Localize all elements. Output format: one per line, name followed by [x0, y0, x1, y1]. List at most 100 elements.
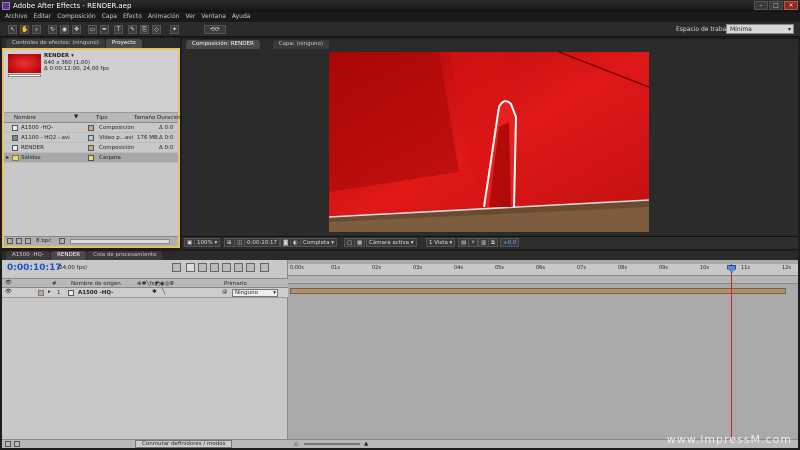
new-comp-icon[interactable]: [25, 238, 31, 244]
timeline-zoom-slider[interactable]: [304, 443, 360, 445]
layer-label-swatch[interactable]: [38, 290, 44, 296]
menu-animacion[interactable]: Animación: [148, 12, 180, 22]
label-swatch[interactable]: [88, 145, 94, 151]
layer-duration-bar[interactable]: [290, 288, 786, 294]
interpret-footage-icon[interactable]: [7, 238, 13, 244]
flowchart-icon[interactable]: ⧉: [488, 238, 498, 247]
project-scrollbar[interactable]: [70, 239, 170, 244]
col-type[interactable]: Tipo: [96, 115, 108, 121]
col-source-name[interactable]: Nombre de origen: [71, 281, 121, 287]
menu-ver[interactable]: Ver: [185, 12, 195, 22]
zoom-out-icon[interactable]: △: [294, 441, 298, 447]
quality-icon[interactable]: ╲: [162, 289, 165, 295]
close-button[interactable]: ✕: [784, 1, 798, 10]
col-parent[interactable]: Primario: [224, 281, 247, 287]
tab-timeline-render[interactable]: RENDER: [51, 251, 87, 260]
tab-render-queue[interactable]: Cola de procesamiento: [87, 251, 163, 260]
col-duration[interactable]: Duración: [157, 115, 182, 121]
timeline-fps: (24,00 fps): [57, 265, 88, 271]
time-ruler[interactable]: 0:00s 01s 02s 03s 04s 05s 06s 07s 08s 09…: [288, 264, 798, 276]
menu-composicion[interactable]: Composición: [57, 12, 95, 22]
zoom-in-icon[interactable]: ▲: [364, 441, 368, 447]
item-name: RENDER: [21, 145, 44, 151]
project-item[interactable]: A1100 - HQ2 -.avi Vídeo p...avi 176 MB Δ…: [4, 133, 178, 143]
expand-switches-icon[interactable]: [5, 441, 11, 447]
menu-editar[interactable]: Editar: [33, 12, 51, 22]
ruler-tick: 12s: [782, 265, 791, 271]
pan-behind-tool-icon[interactable]: ✥: [72, 25, 81, 34]
current-time-display[interactable]: 0:00:10:17: [244, 238, 281, 247]
tab-layer[interactable]: Capa: (ninguno): [272, 40, 330, 49]
draft-3d-icon[interactable]: [186, 263, 195, 272]
watermark: www.impressM.com: [666, 433, 792, 446]
sort-chevron-icon[interactable]: ▼: [74, 114, 78, 120]
menu-efecto[interactable]: Efecto: [123, 12, 142, 22]
expand-triangle-icon[interactable]: ▸: [48, 289, 51, 295]
label-swatch[interactable]: [88, 135, 94, 141]
new-folder-icon[interactable]: [16, 238, 22, 244]
current-time-indicator[interactable]: [731, 264, 733, 448]
graph-editor-icon[interactable]: [260, 263, 269, 272]
minimize-button[interactable]: –: [754, 1, 768, 10]
brush-tool-icon[interactable]: ✎: [128, 25, 137, 34]
motion-blur-icon[interactable]: [222, 263, 231, 272]
brainstorm-icon[interactable]: [234, 263, 243, 272]
tab-effect-controls[interactable]: Controles de efectos: (ninguno): [6, 39, 105, 48]
workspace-select[interactable]: Mínima ▾: [726, 24, 794, 34]
project-item[interactable]: RENDER Composición Δ 0:0: [4, 143, 178, 153]
timeline-timecode[interactable]: 0:00:10:17: [7, 263, 62, 273]
eye-icon[interactable]: 👁: [5, 289, 12, 295]
arrow-tool-icon[interactable]: ↖: [8, 25, 17, 34]
label-swatch[interactable]: [88, 125, 94, 131]
project-item[interactable]: ▸ Sólidos Carpeta: [4, 153, 178, 163]
trash-icon[interactable]: [59, 238, 65, 244]
layer-name[interactable]: A1500 -HQ-: [78, 290, 113, 296]
ruler-tick: 10s: [700, 265, 709, 271]
pen-tool-icon[interactable]: ✒: [100, 25, 109, 34]
tab-composition[interactable]: Composición: RENDER: [186, 40, 260, 49]
col-hash: #: [52, 281, 57, 287]
exposure-value[interactable]: +0,0: [500, 238, 520, 247]
clone-tool-icon[interactable]: ⎘: [140, 25, 149, 34]
text-tool-icon[interactable]: T: [114, 25, 123, 34]
menu-ayuda[interactable]: Ayuda: [232, 12, 251, 22]
project-item[interactable]: A1500 -HQ- Composición Δ 0:0: [4, 123, 178, 133]
comp-viewer[interactable]: [329, 52, 649, 232]
tab-project[interactable]: Proyecto: [105, 39, 142, 48]
fast-preview-icon[interactable]: ⚡: [468, 238, 478, 247]
resolution-select[interactable]: Completa ▾: [300, 238, 338, 247]
comp-mini-flowchart-icon[interactable]: [172, 263, 181, 272]
frame-blending-icon[interactable]: [210, 263, 219, 272]
timeline-layer-row[interactable]: 👁 ▸ 1 A1500 -HQ- ✱ ╲ @ Ninguno ▾: [2, 288, 288, 298]
hand-tool-icon[interactable]: ✋: [20, 25, 29, 34]
eraser-tool-icon[interactable]: ◇: [152, 25, 161, 34]
transparency-grid-icon[interactable]: ▦: [354, 238, 366, 247]
camera-select[interactable]: Cámara activa ▾: [366, 238, 417, 247]
auto-keyframe-icon[interactable]: [246, 263, 255, 272]
pickwhip-icon[interactable]: @: [222, 289, 228, 295]
puppet-tool-icon[interactable]: ✦: [170, 25, 179, 34]
col-name[interactable]: Nombre: [14, 115, 36, 121]
menu-capa[interactable]: Capa: [102, 12, 117, 22]
axis-mode-icon[interactable]: ⟲⟳: [204, 25, 226, 34]
expand-triangle-icon[interactable]: ▸: [6, 154, 9, 161]
hide-shy-layers-icon[interactable]: [198, 263, 207, 272]
maximize-button[interactable]: □: [769, 1, 783, 10]
toggle-switches-modes-button[interactable]: Conmutar definidores / modos: [135, 440, 233, 448]
menu-ventana[interactable]: Ventana: [201, 12, 226, 22]
rotate-tool-icon[interactable]: ↻: [48, 25, 57, 34]
label-swatch[interactable]: [88, 155, 94, 161]
zoom-tool-icon[interactable]: ⌕: [32, 25, 41, 34]
col-size[interactable]: Tamaño: [134, 115, 155, 121]
views-select[interactable]: 1 Vista ▾: [426, 238, 456, 247]
menu-archivo[interactable]: Archivo: [5, 12, 27, 22]
zoom-select[interactable]: 100% ▾: [194, 238, 221, 247]
bit-depth[interactable]: 8 bpc: [36, 238, 51, 244]
rectangle-tool-icon[interactable]: ▭: [88, 25, 97, 34]
expand-modes-icon[interactable]: [14, 441, 20, 447]
parent-select[interactable]: Ninguno ▾: [232, 289, 278, 297]
tab-timeline-a1500[interactable]: A1500 -HQ-: [6, 251, 51, 260]
work-area-bar[interactable]: [288, 276, 798, 284]
camera-tool-icon[interactable]: ◉: [60, 25, 69, 34]
collapse-transform-icon[interactable]: ✱: [152, 289, 157, 295]
